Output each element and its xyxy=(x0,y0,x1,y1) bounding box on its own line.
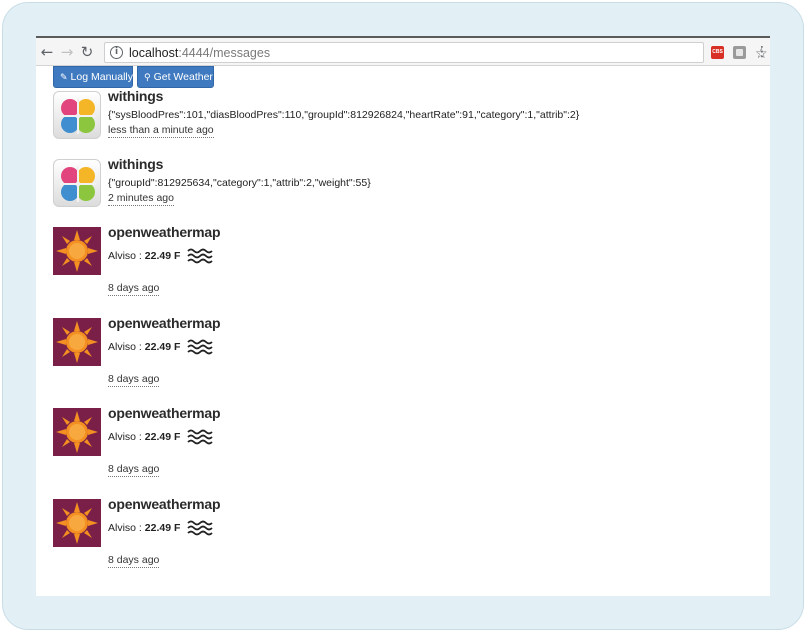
list-item: openweathermap Alviso : 22.49 F 8 days a… xyxy=(53,496,753,576)
get-weather-button[interactable]: ⚲ Get Weather xyxy=(137,66,214,88)
reload-icon[interactable]: ↻ xyxy=(78,42,96,62)
list-item: openweathermap Alviso : 22.49 F 8 days a… xyxy=(53,315,753,395)
message-time[interactable]: 8 days ago xyxy=(108,282,160,296)
openweathermap-logo xyxy=(53,408,101,456)
list-item: openweathermap Alviso : 22.49 F 8 days a… xyxy=(53,405,753,485)
weather-place: Alviso xyxy=(108,341,137,353)
withings-logo xyxy=(53,91,101,139)
weather-place: Alviso xyxy=(108,522,137,534)
message-time[interactable]: 8 days ago xyxy=(108,373,160,387)
info-icon[interactable]: i xyxy=(110,46,123,59)
openweathermap-logo xyxy=(53,499,101,547)
forward-icon[interactable]: → xyxy=(58,42,76,62)
wind-waves-icon xyxy=(187,520,213,536)
message-time[interactable]: 2 minutes ago xyxy=(108,192,174,206)
map-marker-icon: ⚲ xyxy=(144,73,151,83)
pencil-icon: ✎ xyxy=(60,73,68,83)
weather-temp: 22.49 F xyxy=(144,250,181,262)
back-icon[interactable]: ← xyxy=(38,42,56,62)
wind-waves-icon xyxy=(187,248,213,264)
kebab-menu-icon[interactable]: ⋮ xyxy=(755,44,769,62)
message-source: openweathermap xyxy=(108,224,221,240)
message-source: openweathermap xyxy=(108,405,221,421)
message-body: {"sysBloodPres":101,"diasBloodPres":110,… xyxy=(108,109,580,121)
extension-puzzle-icon[interactable] xyxy=(733,46,746,59)
weather-temp: 22.49 F xyxy=(144,341,181,353)
message-source: withings xyxy=(108,88,164,104)
list-item: openweathermap Alviso : 22.49 F 8 days a… xyxy=(53,224,753,304)
message-time[interactable]: 8 days ago xyxy=(108,463,160,477)
wind-waves-icon xyxy=(187,339,213,355)
weather-temp: 22.49 F xyxy=(144,522,181,534)
message-source: openweathermap xyxy=(108,315,221,331)
url-text[interactable]: localhost:4444/messages xyxy=(129,45,270,61)
list-item: withings {"sysBloodPres":101,"diasBloodP… xyxy=(53,88,753,148)
wind-waves-icon xyxy=(187,429,213,445)
address-bar[interactable]: i localhost:4444/messages ☆ xyxy=(104,42,768,63)
weather-reading: Alviso : 22.49 F xyxy=(108,248,213,264)
browser-window: ← → ↻ i localhost:4444/messages ☆ CBS ⋮ … xyxy=(36,36,770,596)
list-item: withings {"groupId":812925634,"category"… xyxy=(53,156,753,216)
message-body: {"groupId":812925634,"category":1,"attri… xyxy=(108,177,371,189)
browser-toolbar: ← → ↻ i localhost:4444/messages ☆ CBS ⋮ xyxy=(36,36,770,66)
weather-place: Alviso xyxy=(108,250,137,262)
message-time[interactable]: less than a minute ago xyxy=(108,124,214,138)
withings-logo xyxy=(53,159,101,207)
weather-place: Alviso xyxy=(108,431,137,443)
message-time[interactable]: 8 days ago xyxy=(108,554,160,568)
weather-reading: Alviso : 22.49 F xyxy=(108,520,213,536)
weather-temp: 22.49 F xyxy=(144,431,181,443)
message-source: withings xyxy=(108,156,164,172)
log-manually-button[interactable]: ✎ Log Manually xyxy=(53,66,133,88)
weather-reading: Alviso : 22.49 F xyxy=(108,429,213,445)
extension-icon[interactable]: CBS xyxy=(711,46,724,59)
message-source: openweathermap xyxy=(108,496,221,512)
openweathermap-logo xyxy=(53,318,101,366)
openweathermap-logo xyxy=(53,227,101,275)
weather-reading: Alviso : 22.49 F xyxy=(108,339,213,355)
